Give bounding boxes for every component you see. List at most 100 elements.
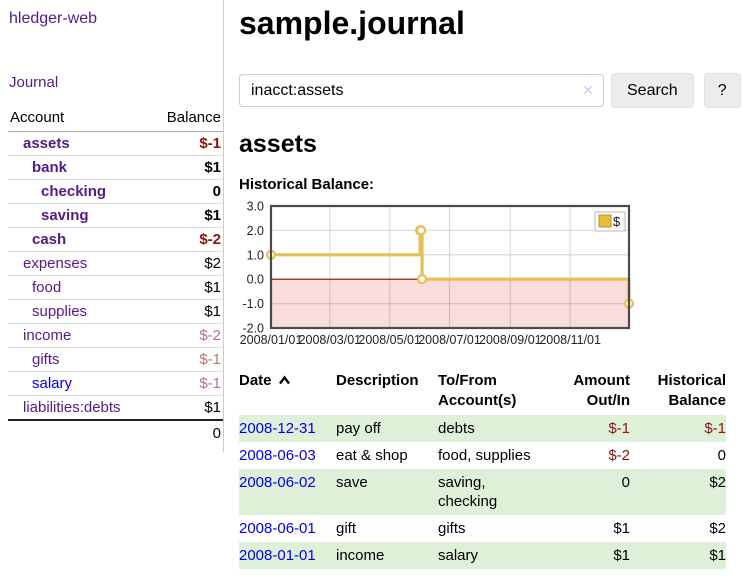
column-header-description: Description: [336, 369, 438, 415]
transaction-date-link[interactable]: 2008-06-02: [239, 474, 316, 491]
account-balance: $-1: [148, 348, 223, 372]
transaction-accounts: saving, checking: [438, 469, 566, 515]
svg-text:-1.0: -1.0: [242, 297, 264, 311]
page-title: sample.journal: [239, 3, 741, 43]
svg-text:2008/01/01: 2008/01/01: [240, 333, 303, 347]
account-balance: $1: [148, 204, 223, 228]
app-window: hledger-web Journal Account Balance asse…: [0, 0, 742, 582]
accounts-total-row: 0: [8, 420, 223, 446]
main-content: sample.journal ✕ Search ? assets Histori…: [224, 0, 742, 582]
transaction-accounts: food, supplies: [438, 442, 566, 469]
transaction-row[interactable]: 2008-06-01 gift gifts $1 $2: [239, 515, 726, 542]
svg-text:2008/11/01: 2008/11/01: [539, 333, 601, 347]
account-link-bank[interactable]: bank: [32, 159, 67, 176]
search-input[interactable]: [239, 74, 604, 107]
transaction-description: pay off: [336, 415, 438, 442]
accounts-table: Account Balance assets $-1 bank $1 check…: [8, 106, 223, 446]
account-link-assets[interactable]: assets: [23, 135, 70, 152]
transaction-date-link[interactable]: 2008-06-03: [239, 447, 316, 464]
historical-balance-chart: $3.02.01.00.0-1.0-2.02008/01/012008/03/0…: [239, 203, 639, 353]
accounts-header-balance: Balance: [148, 106, 223, 132]
svg-text:2008/03/01: 2008/03/01: [299, 333, 362, 347]
transaction-description: income: [336, 542, 438, 569]
account-link-supplies[interactable]: supplies: [32, 303, 87, 320]
search-input-wrap: ✕: [239, 74, 604, 107]
account-row: liabilities:debts $1: [8, 396, 223, 421]
account-link-checking[interactable]: checking: [41, 183, 106, 200]
column-header-accounts: To/From Account(s): [438, 369, 566, 415]
svg-text:$: $: [613, 214, 621, 229]
transaction-row[interactable]: 2008-06-02 save saving, checking 0 $2: [239, 469, 726, 515]
account-row: food $1: [8, 276, 223, 300]
transaction-row[interactable]: 2008-12-31 pay off debts $-1 $-1: [239, 415, 726, 442]
column-header-amount: Amount Out/In: [566, 369, 630, 415]
register-header-row: Date Description To/From Account(s) Amou…: [239, 369, 726, 415]
account-link-liabilities-debts[interactable]: liabilities:debts: [23, 399, 121, 416]
svg-text:2008/09/01: 2008/09/01: [479, 333, 542, 347]
search-button[interactable]: Search: [611, 73, 694, 108]
register-table: Date Description To/From Account(s) Amou…: [239, 369, 726, 569]
account-balance: $2: [148, 252, 223, 276]
transaction-row[interactable]: 2008-01-01 income salary $1 $1: [239, 542, 726, 569]
account-balance: 0: [148, 180, 223, 204]
account-balance: $1: [148, 276, 223, 300]
sidebar: hledger-web Journal Account Balance asse…: [0, 0, 224, 452]
account-link-saving[interactable]: saving: [41, 207, 89, 224]
account-link-gifts[interactable]: gifts: [32, 351, 60, 368]
transaction-amount: $-2: [566, 442, 630, 469]
transaction-balance: $1: [630, 542, 726, 569]
account-balance: $-1: [148, 372, 223, 396]
account-balance: $1: [148, 156, 223, 180]
transaction-amount: $1: [566, 542, 630, 569]
svg-text:2.0: 2.0: [247, 224, 264, 238]
sidebar-item-journal[interactable]: Journal: [9, 74, 223, 91]
account-row: bank $1: [8, 156, 223, 180]
account-link-salary[interactable]: salary: [32, 375, 72, 392]
account-balance: $-2: [148, 228, 223, 252]
transaction-balance: 0: [630, 442, 726, 469]
transaction-accounts: gifts: [438, 515, 566, 542]
svg-text:0.0: 0.0: [247, 273, 264, 287]
transaction-amount: 0: [566, 469, 630, 515]
transaction-balance: $2: [630, 515, 726, 542]
account-row: supplies $1: [8, 300, 223, 324]
account-link-food[interactable]: food: [32, 279, 61, 296]
transaction-date-link[interactable]: 2008-01-01: [239, 547, 316, 564]
account-row: expenses $2: [8, 252, 223, 276]
accounts-header-row: Account Balance: [8, 106, 223, 132]
transaction-amount: $-1: [566, 415, 630, 442]
svg-text:2008/05/01: 2008/05/01: [358, 333, 421, 347]
transaction-description: eat & shop: [336, 442, 438, 469]
transaction-description: save: [336, 469, 438, 515]
chart-title: Historical Balance:: [239, 176, 741, 193]
account-heading: assets: [239, 129, 741, 159]
column-header-date-label: Date: [239, 372, 272, 389]
transaction-description: gift: [336, 515, 438, 542]
account-row: income $-2: [8, 324, 223, 348]
transaction-accounts: salary: [438, 542, 566, 569]
sort-ascending-icon: [278, 375, 291, 385]
svg-text:3.0: 3.0: [247, 200, 264, 214]
svg-text:1.0: 1.0: [247, 248, 264, 262]
brand-link[interactable]: hledger-web: [9, 10, 223, 28]
account-balance: $1: [148, 300, 223, 324]
help-button[interactable]: ?: [704, 73, 741, 108]
transaction-date-link[interactable]: 2008-12-31: [239, 420, 316, 437]
transaction-date-link[interactable]: 2008-06-01: [239, 520, 316, 537]
account-link-income[interactable]: income: [23, 327, 71, 344]
transaction-row[interactable]: 2008-06-03 eat & shop food, supplies $-2…: [239, 442, 726, 469]
account-row: cash $-2: [8, 228, 223, 252]
account-link-cash[interactable]: cash: [32, 231, 66, 248]
account-balance: $1: [148, 396, 223, 421]
account-balance: $-1: [148, 132, 223, 156]
column-header-date[interactable]: Date: [239, 369, 336, 415]
clear-search-icon[interactable]: ✕: [582, 82, 594, 99]
accounts-total-balance: 0: [148, 420, 223, 446]
accounts-header-account: Account: [8, 106, 148, 132]
account-row: checking 0: [8, 180, 223, 204]
account-row: salary $-1: [8, 372, 223, 396]
account-link-expenses[interactable]: expenses: [23, 255, 87, 272]
transaction-accounts: debts: [438, 415, 566, 442]
column-header-balance: Historical Balance: [630, 369, 726, 415]
transaction-balance: $2: [630, 469, 726, 515]
